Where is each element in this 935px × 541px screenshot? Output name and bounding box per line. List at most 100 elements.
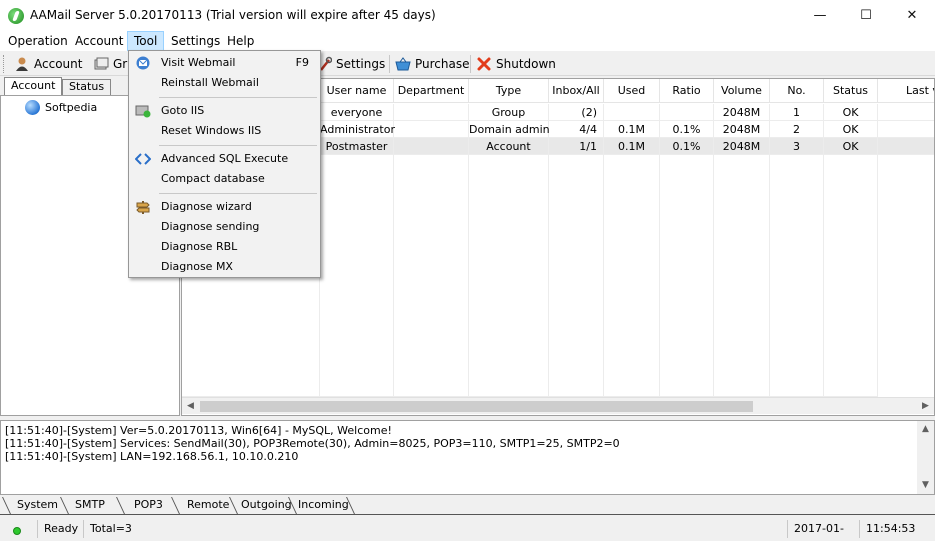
toolbar-grip[interactable] xyxy=(3,55,6,73)
group-icon xyxy=(94,57,109,70)
tab-outgoing[interactable]: Outgoing xyxy=(237,496,296,514)
table-cell: Administrator xyxy=(320,121,395,138)
empty-grid-area xyxy=(604,155,660,397)
column-header-department[interactable]: Department xyxy=(394,79,469,103)
status-state: Ready xyxy=(37,520,83,538)
toolbar-purchase-label: Purchase xyxy=(415,57,470,71)
vertical-scrollbar[interactable]: ▲ ▼ xyxy=(917,421,934,494)
column-header-used[interactable]: Used xyxy=(604,79,660,103)
menu-item-compact-database[interactable]: Compact database xyxy=(130,169,319,189)
column-header-type[interactable]: Type xyxy=(469,79,549,103)
minimize-button[interactable]: — xyxy=(797,0,843,31)
menu-item-advanced-sql[interactable]: Advanced SQL Execute xyxy=(130,149,319,169)
sql-code-icon xyxy=(135,153,151,165)
menu-item-diagnose-mx[interactable]: Diagnose MX xyxy=(130,257,319,277)
scrollbar-thumb[interactable] xyxy=(200,401,753,412)
table-cell xyxy=(660,104,714,121)
column-header-ratio[interactable]: Ratio xyxy=(660,79,714,103)
tab-account[interactable]: Account xyxy=(4,77,63,95)
tool-menu-dropdown: Visit Webmail F9 Reinstall Webmail Goto … xyxy=(128,50,321,278)
empty-grid-area xyxy=(320,155,394,397)
table-cell: OK xyxy=(824,121,878,138)
toolbar-shutdown-button[interactable]: Shutdown xyxy=(476,54,556,74)
menu-item-label: Diagnose wizard xyxy=(161,200,252,213)
shortcut-key: F9 xyxy=(295,56,309,69)
iis-server-icon xyxy=(135,105,151,118)
table-cell xyxy=(394,121,469,138)
toolbar-purchase-button[interactable]: Purchase xyxy=(395,54,470,74)
table-cell: 1 xyxy=(770,104,824,121)
tab-divider xyxy=(116,497,125,514)
tab-smtp[interactable]: SMTP xyxy=(71,496,109,514)
table-cell: 0.1% xyxy=(660,138,714,155)
tab-pop3[interactable]: POP3 xyxy=(130,496,167,514)
tab-divider xyxy=(2,497,11,514)
table-cell: 2 xyxy=(770,121,824,138)
table-cell: 2048M xyxy=(714,121,770,138)
table-cell: (2) xyxy=(549,104,604,121)
horizontal-scrollbar[interactable]: ◀ ▶ xyxy=(182,397,934,414)
menu-item-label: Diagnose MX xyxy=(161,260,233,273)
status-total: Total=3 xyxy=(83,520,283,538)
log-panel: [11:51:40]-[System] Ver=5.0.20170113, Wi… xyxy=(0,420,935,495)
menu-item-diagnose-wizard[interactable]: Diagnose wizard xyxy=(130,197,319,217)
menu-item-label: Diagnose RBL xyxy=(161,240,238,253)
column-header-inbox-all[interactable]: Inbox/All xyxy=(549,79,604,103)
empty-grid-area xyxy=(660,155,714,397)
menu-help[interactable]: Help xyxy=(221,31,260,51)
table-cell: 2048M xyxy=(714,104,770,121)
shutdown-x-icon xyxy=(477,57,491,71)
maximize-button[interactable]: ☐ xyxy=(843,0,889,31)
scroll-down-icon[interactable]: ▼ xyxy=(917,478,934,493)
table-cell: Domain admin xyxy=(469,121,550,138)
menu-item-diagnose-sending[interactable]: Diagnose sending xyxy=(130,217,319,237)
menu-item-label: Diagnose sending xyxy=(161,220,260,233)
toolbar-account-label: Account xyxy=(34,57,83,71)
column-header-no[interactable]: No. xyxy=(770,79,824,103)
title-bar: AAMail Server 5.0.20170113 (Trial versio… xyxy=(0,0,935,31)
column-header-last[interactable]: Last v xyxy=(878,79,934,103)
column-header-volume[interactable]: Volume xyxy=(714,79,770,103)
scroll-right-icon[interactable]: ▶ xyxy=(917,399,934,414)
table-cell: Group xyxy=(469,104,549,121)
menu-tool[interactable]: Tool xyxy=(127,31,165,51)
empty-grid-area xyxy=(469,155,549,397)
scroll-up-icon[interactable]: ▲ xyxy=(917,422,934,437)
table-cell: 4/4 xyxy=(549,121,604,138)
column-header-status[interactable]: Status xyxy=(824,79,878,103)
menu-separator xyxy=(159,145,317,146)
menu-account[interactable]: Account xyxy=(69,31,129,51)
table-cell: everyone xyxy=(320,104,394,121)
menu-item-visit-webmail[interactable]: Visit Webmail F9 xyxy=(130,53,319,73)
empty-grid-area xyxy=(714,155,770,397)
table-cell xyxy=(878,138,934,155)
menu-separator xyxy=(159,193,317,194)
scroll-left-icon[interactable]: ◀ xyxy=(182,399,199,414)
toolbar-group-button[interactable]: Gr xyxy=(93,54,127,74)
toolbar-shutdown-label: Shutdown xyxy=(496,57,556,71)
tab-incoming[interactable]: Incoming xyxy=(294,496,353,514)
tab-system[interactable]: System xyxy=(13,496,62,514)
close-button[interactable]: ✕ xyxy=(889,0,935,31)
tab-remote[interactable]: Remote xyxy=(183,496,233,514)
tab-status[interactable]: Status xyxy=(62,79,112,95)
table-cell xyxy=(878,104,934,121)
signpost-icon xyxy=(136,201,150,214)
toolbar-separator xyxy=(389,55,390,73)
toolbar-account-button[interactable]: Account xyxy=(14,54,82,74)
menu-operation[interactable]: Operation xyxy=(2,31,74,51)
bottom-tabs: System SMTP POP3 Remote Outgoing Incomin… xyxy=(0,496,935,514)
menu-settings[interactable]: Settings xyxy=(165,31,226,51)
status-bar: Ready Total=3 2017-01-24 11:54:53 xyxy=(0,516,935,541)
menu-item-reset-iis[interactable]: Reset Windows IIS xyxy=(130,121,319,141)
column-header-user-name[interactable]: User name xyxy=(320,79,394,103)
table-cell xyxy=(394,104,469,121)
tree-item-root[interactable]: Softpedia xyxy=(25,100,97,115)
menu-item-label: Goto IIS xyxy=(161,104,205,117)
menu-item-diagnose-rbl[interactable]: Diagnose RBL xyxy=(130,237,319,257)
menu-item-reinstall-webmail[interactable]: Reinstall Webmail xyxy=(130,73,319,93)
menu-item-goto-iis[interactable]: Goto IIS xyxy=(130,101,319,121)
toolbar-settings-button[interactable]: Settings xyxy=(318,54,385,74)
menu-item-label: Reset Windows IIS xyxy=(161,124,262,137)
toolbar-settings-label: Settings xyxy=(336,57,386,71)
